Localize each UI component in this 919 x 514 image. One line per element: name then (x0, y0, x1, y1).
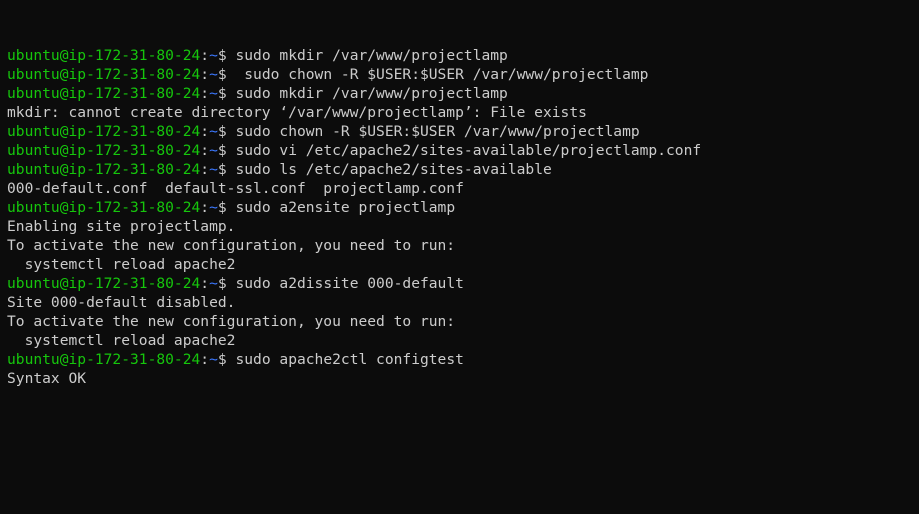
prompt-colon: : (200, 47, 210, 64)
prompt-user-host: ubuntu@ip-172-31-80-24 (7, 47, 201, 64)
output-line: 000-default.conf default-ssl.conf projec… (7, 179, 912, 198)
prompt-user-host: ubuntu@ip-172-31-80-24 (7, 199, 201, 216)
prompt-colon: : (200, 142, 210, 159)
prompt-path: ~ (209, 161, 218, 178)
output-line: systemctl reload apache2 (7, 255, 912, 274)
prompt-path: ~ (209, 199, 218, 216)
command-text: sudo mkdir /var/www/projectlamp (226, 85, 508, 102)
prompt-path: ~ (209, 123, 218, 140)
output-text: Enabling site projectlamp. (7, 218, 236, 235)
output-line: Syntax OK (7, 369, 912, 388)
command-line: ubuntu@ip-172-31-80-24:~$ sudo ls /etc/a… (7, 160, 912, 179)
command-line: ubuntu@ip-172-31-80-24:~$ sudo a2dissite… (7, 274, 912, 293)
prompt-user-host: ubuntu@ip-172-31-80-24 (7, 66, 201, 83)
command-text: sudo a2dissite 000-default (226, 275, 464, 292)
command-text: sudo apache2ctl configtest (226, 351, 464, 368)
prompt-dollar: $ (217, 275, 227, 292)
prompt-colon: : (200, 123, 210, 140)
prompt-user-host: ubuntu@ip-172-31-80-24 (7, 142, 201, 159)
command-line: ubuntu@ip-172-31-80-24:~$ sudo vi /etc/a… (7, 141, 912, 160)
prompt-dollar: $ (217, 66, 227, 83)
prompt-path: ~ (209, 66, 218, 83)
prompt-dollar: $ (217, 199, 227, 216)
command-line: ubuntu@ip-172-31-80-24:~$ sudo mkdir /va… (7, 46, 912, 65)
prompt-path: ~ (209, 351, 218, 368)
prompt-path: ~ (209, 85, 218, 102)
terminal-window[interactable]: ubuntu@ip-172-31-80-24:~$ sudo mkdir /va… (0, 0, 919, 514)
prompt-user-host: ubuntu@ip-172-31-80-24 (7, 161, 201, 178)
terminal-output: ubuntu@ip-172-31-80-24:~$ sudo mkdir /va… (7, 46, 912, 388)
output-text: Syntax OK (7, 370, 87, 387)
command-line: ubuntu@ip-172-31-80-24:~$ sudo chown -R … (7, 122, 912, 141)
command-text: sudo chown -R $USER:$USER /var/www/proje… (226, 123, 640, 140)
prompt-user-host: ubuntu@ip-172-31-80-24 (7, 275, 201, 292)
prompt-user-host: ubuntu@ip-172-31-80-24 (7, 123, 201, 140)
output-line: mkdir: cannot create directory ‘/var/www… (7, 103, 912, 122)
prompt-dollar: $ (217, 161, 227, 178)
prompt-path: ~ (209, 47, 218, 64)
output-text: systemctl reload apache2 (7, 332, 236, 349)
prompt-dollar: $ (217, 351, 227, 368)
prompt-colon: : (200, 199, 210, 216)
command-line: ubuntu@ip-172-31-80-24:~$ sudo mkdir /va… (7, 84, 912, 103)
output-text: To activate the new configuration, you n… (7, 313, 456, 330)
command-text: sudo mkdir /var/www/projectlamp (226, 47, 508, 64)
output-line: systemctl reload apache2 (7, 331, 912, 350)
prompt-colon: : (200, 161, 210, 178)
output-text: Site 000-default disabled. (7, 294, 236, 311)
command-line: ubuntu@ip-172-31-80-24:~$ sudo chown -R … (7, 65, 912, 84)
output-line: To activate the new configuration, you n… (7, 236, 912, 255)
output-text: mkdir: cannot create directory ‘/var/www… (7, 104, 587, 121)
output-text: 000-default.conf default-ssl.conf projec… (7, 180, 464, 197)
command-line: ubuntu@ip-172-31-80-24:~$ sudo apache2ct… (7, 350, 912, 369)
prompt-path: ~ (209, 142, 218, 159)
prompt-colon: : (200, 85, 210, 102)
prompt-dollar: $ (217, 123, 227, 140)
output-line: Site 000-default disabled. (7, 293, 912, 312)
prompt-user-host: ubuntu@ip-172-31-80-24 (7, 351, 201, 368)
prompt-dollar: $ (217, 85, 227, 102)
prompt-user-host: ubuntu@ip-172-31-80-24 (7, 85, 201, 102)
command-text: sudo a2ensite projectlamp (226, 199, 456, 216)
output-text: systemctl reload apache2 (7, 256, 236, 273)
prompt-path: ~ (209, 275, 218, 292)
active-prompt-line[interactable]: ubuntu@ip-172-31-80-24:~$ (7, 426, 912, 445)
command-text: sudo chown -R $USER:$USER /var/www/proje… (226, 66, 649, 83)
prompt-dollar: $ (217, 142, 227, 159)
output-text: To activate the new configuration, you n… (7, 237, 456, 254)
prompt-colon: : (200, 66, 210, 83)
prompt-colon: : (200, 275, 210, 292)
command-line: ubuntu@ip-172-31-80-24:~$ sudo a2ensite … (7, 198, 912, 217)
prompt-colon: : (200, 351, 210, 368)
command-text: sudo vi /etc/apache2/sites-available/pro… (226, 142, 702, 159)
output-line: To activate the new configuration, you n… (7, 312, 912, 331)
output-line: Enabling site projectlamp. (7, 217, 912, 236)
command-text: sudo ls /etc/apache2/sites-available (226, 161, 552, 178)
prompt-dollar: $ (217, 47, 227, 64)
